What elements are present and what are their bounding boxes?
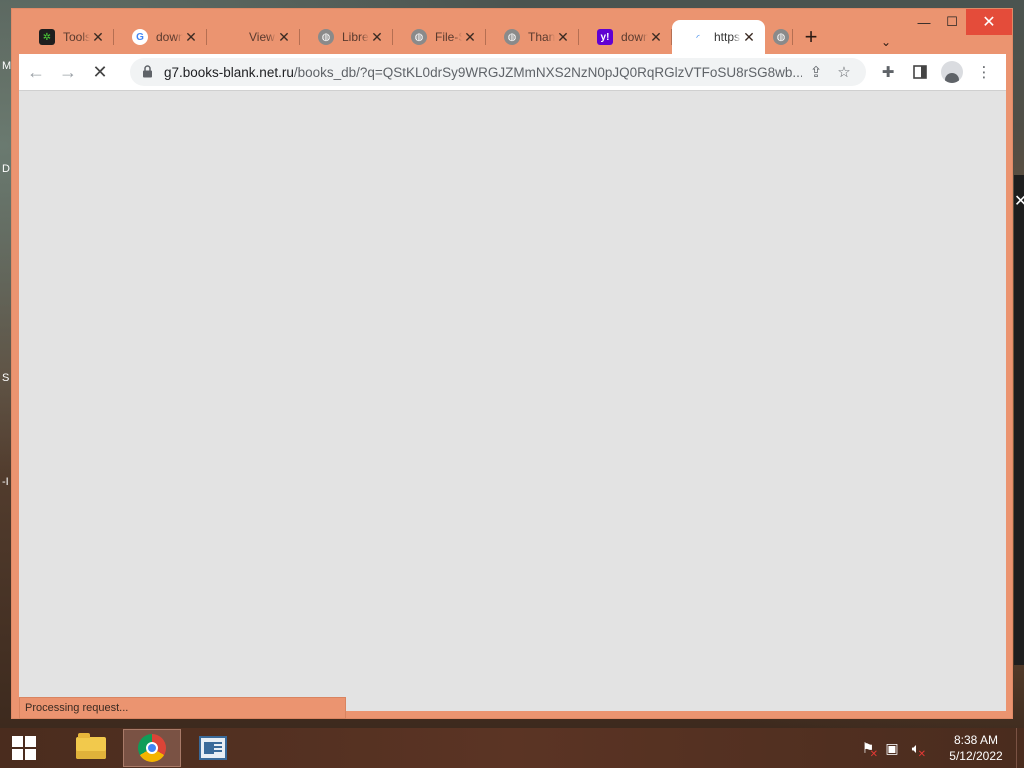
profile-avatar-icon[interactable] bbox=[936, 57, 968, 87]
stop-button[interactable]: ✕ bbox=[85, 57, 115, 87]
system-tray: ⚑ ✕ ▣ 🔈︎ ✕ 8:38 AM 5/12/2022 bbox=[856, 728, 1024, 768]
taskbar-file-explorer[interactable] bbox=[62, 729, 120, 767]
tab-title: down bbox=[156, 30, 183, 44]
back-button[interactable]: ← bbox=[21, 57, 51, 87]
url-text: g7.books-blank.net.ru/books_db/?q=QStKL0… bbox=[164, 65, 802, 80]
gear-green-icon: ✲ bbox=[39, 29, 55, 45]
close-icon[interactable]: ✕ bbox=[90, 29, 106, 46]
forward-button[interactable]: → bbox=[53, 57, 83, 87]
action-center-flag-icon[interactable]: ⚑ ✕ bbox=[856, 740, 880, 760]
folder-icon bbox=[76, 733, 106, 759]
menu-kebab-icon[interactable]: ⋮ bbox=[968, 57, 1000, 87]
close-icon[interactable]: ✕ bbox=[462, 29, 478, 46]
browser-window: — ☐ ✕ ✲ Tools ✕ G down ✕ View ✕ ◍ Libre … bbox=[11, 8, 1013, 719]
desktop-edge-text: S bbox=[2, 372, 10, 384]
status-bubble: Processing request... bbox=[19, 697, 346, 719]
tab-title: View bbox=[249, 30, 275, 44]
globe-icon: ◍ bbox=[411, 29, 427, 45]
tab-view[interactable]: View ✕ bbox=[207, 20, 300, 54]
yahoo-icon: y! bbox=[597, 29, 613, 45]
taskbar-chrome[interactable] bbox=[123, 729, 181, 767]
side-panel-icon[interactable] bbox=[904, 57, 936, 87]
globe-icon: ◍ bbox=[773, 29, 789, 45]
desktop-edge-text: D bbox=[2, 163, 10, 175]
close-icon[interactable]: ✕ bbox=[741, 29, 757, 46]
globe-icon: ◍ bbox=[318, 29, 334, 45]
stop-x-icon: ✕ bbox=[92, 61, 108, 82]
tab-file[interactable]: ◍ File-S ✕ bbox=[393, 20, 486, 54]
tab-title: https bbox=[714, 30, 741, 44]
document-app-icon bbox=[199, 736, 227, 760]
speaker-muted-icon[interactable]: 🔈︎ ✕ bbox=[904, 740, 928, 760]
tab-title: down bbox=[621, 30, 648, 44]
page-content: Processing request... bbox=[19, 90, 1006, 719]
close-icon[interactable]: ✕ bbox=[1014, 191, 1024, 211]
share-icon[interactable]: ⇪ bbox=[802, 63, 830, 81]
tab-partial[interactable]: ◍ bbox=[765, 20, 793, 54]
close-icon[interactable]: ✕ bbox=[276, 29, 292, 46]
tab-title: Libre bbox=[342, 30, 369, 44]
windows-logo-icon bbox=[12, 736, 36, 760]
tab-title: Tools bbox=[63, 30, 90, 44]
star-icon[interactable]: ☆ bbox=[830, 63, 858, 81]
url-host: g7.books-blank.net.ru bbox=[164, 64, 294, 80]
clock-date: 5/12/2022 bbox=[949, 749, 1003, 763]
tab-strip: ✲ Tools ✕ G down ✕ View ✕ ◍ Libre ✕ ◍ Fi… bbox=[21, 20, 1012, 54]
tab-libre[interactable]: ◍ Libre ✕ bbox=[300, 20, 393, 54]
tab-active-https[interactable]: ◜ https ✕ bbox=[672, 20, 765, 54]
chevron-down-icon: ⌄ bbox=[880, 35, 892, 49]
clock-time: 8:38 AM bbox=[953, 733, 999, 747]
arrow-left-icon: ← bbox=[27, 61, 45, 82]
url-path: /books_db/?q=QStKL0drSy9WRGJZMmNXS2NzN0p… bbox=[293, 64, 802, 80]
chrome-icon bbox=[138, 734, 166, 762]
close-icon[interactable]: ✕ bbox=[183, 29, 199, 46]
tab-google-down[interactable]: G down ✕ bbox=[114, 20, 207, 54]
lock-icon bbox=[142, 65, 154, 79]
taskbar-paint[interactable] bbox=[184, 729, 242, 767]
toolbar-actions: ✚ ⋮ bbox=[872, 57, 1000, 87]
extensions-puzzle-icon[interactable]: ✚ bbox=[872, 57, 904, 87]
close-icon[interactable]: ✕ bbox=[648, 29, 664, 46]
desktop-edge-text: M bbox=[2, 60, 12, 72]
browser-toolbar: ← → ✕ g7.books-blank.net.ru/books_db/?q=… bbox=[19, 54, 1006, 90]
show-desktop-button[interactable] bbox=[1016, 728, 1024, 768]
tab-yahoo-down[interactable]: y! down ✕ bbox=[579, 20, 672, 54]
tab-title: File-S bbox=[435, 30, 462, 44]
new-tab-button[interactable]: + bbox=[793, 20, 829, 54]
close-icon[interactable]: ✕ bbox=[555, 29, 571, 46]
taskbar: ⚑ ✕ ▣ 🔈︎ ✕ 8:38 AM 5/12/2022 bbox=[0, 728, 1024, 768]
desktop-edge-text: -I bbox=[2, 476, 9, 488]
globe-icon: ◍ bbox=[504, 29, 520, 45]
address-bar[interactable]: g7.books-blank.net.ru/books_db/?q=QStKL0… bbox=[130, 58, 866, 86]
clock[interactable]: 8:38 AM 5/12/2022 bbox=[936, 732, 1016, 764]
start-button[interactable] bbox=[0, 728, 48, 768]
tab-thank[interactable]: ◍ Thank ✕ bbox=[486, 20, 579, 54]
tab-tools[interactable]: ✲ Tools ✕ bbox=[21, 20, 114, 54]
close-icon[interactable]: ✕ bbox=[369, 29, 385, 46]
tab-title: Thank bbox=[528, 30, 555, 44]
loading-icon: ◜ bbox=[696, 32, 700, 42]
blank-icon bbox=[225, 29, 241, 45]
arrow-right-icon: → bbox=[59, 61, 77, 82]
background-window-edge: ✕ bbox=[1014, 175, 1024, 665]
google-icon: G bbox=[132, 29, 148, 45]
network-icon[interactable]: ▣ bbox=[880, 740, 904, 757]
